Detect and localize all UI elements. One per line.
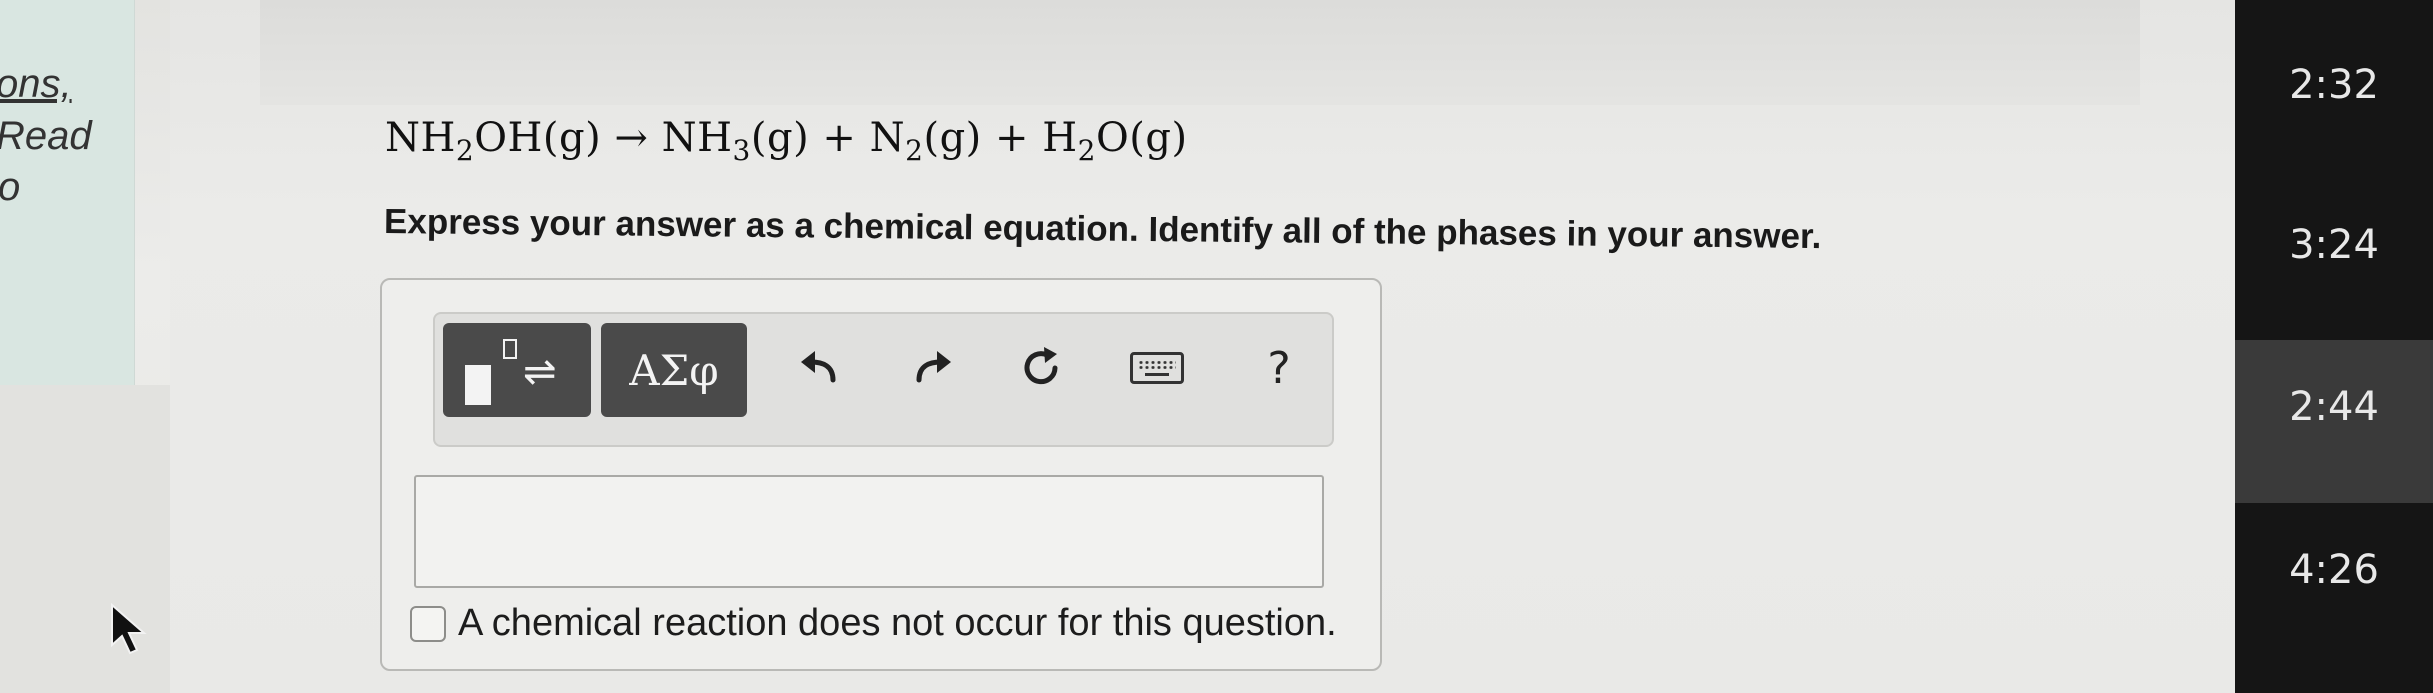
equation-subscript: 3 <box>732 134 751 167</box>
no-reaction-option[interactable]: A chemical reaction does not occur for t… <box>410 602 1337 645</box>
page: ons, Read o NH2OH(g) → NH3(g) + N2(g) + … <box>0 0 2433 693</box>
equation-subscript: 2 <box>905 134 924 167</box>
no-reaction-checkbox[interactable] <box>410 605 446 642</box>
answer-panel: ⇌ ΑΣφ ? A chemical reaction does not occ… <box>380 278 1382 671</box>
no-reaction-label[interactable]: A chemical reaction does not occur for t… <box>458 602 1337 645</box>
equation-subscript: 2 <box>455 134 475 167</box>
keyboard-icon <box>1130 352 1184 384</box>
equation-text: NH <box>385 115 456 161</box>
answer-input[interactable] <box>414 475 1324 588</box>
timestamp-item-selected[interactable]: 2:44 <box>2235 340 2433 503</box>
left-panel-fragment: Read <box>0 114 92 158</box>
keyboard-button[interactable] <box>1125 336 1189 400</box>
equation-toolbar: ⇌ ΑΣφ ? <box>433 312 1334 447</box>
equation-text: O(g) <box>1095 115 1188 161</box>
timestamp-label: 2:32 <box>2289 62 2379 108</box>
timestamp-item[interactable]: 2:32 <box>2235 20 2433 180</box>
timestamp-label: 2:44 <box>2289 383 2379 430</box>
redo-button[interactable] <box>901 336 965 400</box>
help-button[interactable]: ? <box>1247 336 1311 400</box>
equilibrium-arrows-icon: ⇌ <box>523 349 557 395</box>
mouse-cursor-icon <box>111 603 147 655</box>
timestamp-item[interactable]: 3:24 <box>2235 180 2433 340</box>
chemical-equation: NH2OH(g) → NH3(g) + N2(g) + H2O(g) <box>385 115 1188 167</box>
equation-text: (g) + H <box>923 115 1078 161</box>
left-panel-fragment[interactable]: ons, <box>0 62 72 107</box>
top-shade <box>260 0 2140 105</box>
timestamp-label: 4:26 <box>2289 547 2379 593</box>
template-box-small <box>503 339 517 359</box>
left-side-panel: ons, Read o <box>0 0 135 385</box>
templates-button[interactable]: ⇌ <box>443 323 591 417</box>
undo-icon <box>801 351 836 383</box>
timestamp-label: 3:24 <box>2289 222 2379 268</box>
equation-text: OH(g) → NH <box>474 115 733 161</box>
templates-icon <box>465 365 491 405</box>
left-panel-fragment: o <box>0 165 21 209</box>
undo-button[interactable] <box>787 336 851 400</box>
redo-icon <box>916 351 951 383</box>
equation-subscript: 2 <box>1077 134 1096 167</box>
reset-button[interactable] <box>1009 336 1073 400</box>
reset-icon <box>1024 347 1058 385</box>
timestamp-item[interactable]: 4:26 <box>2235 505 2433 665</box>
symbols-button[interactable]: ΑΣφ <box>601 323 747 417</box>
equation-text: (g) + N <box>750 115 906 161</box>
timestamp-sidebar: 2:32 3:24 2:44 4:26 <box>2235 0 2433 693</box>
